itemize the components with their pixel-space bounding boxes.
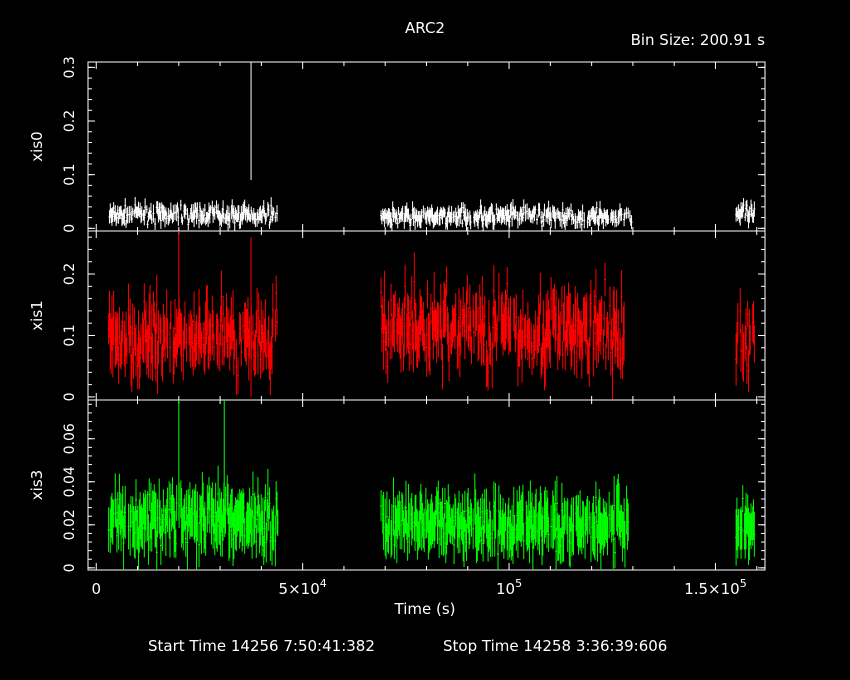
y-tick-label: 0.3 <box>62 56 78 78</box>
x-tick-label: 5×104 <box>279 577 327 598</box>
x-tick-label: 105 <box>496 577 522 598</box>
y-tick-label: 0.2 <box>62 110 78 132</box>
y-tick-label: 0.2 <box>62 263 78 285</box>
stop-time-label: Stop Time 14258 3:36:39:606 <box>443 637 667 655</box>
series-xis0 <box>108 62 756 231</box>
light-curve-chart: ARC2 Bin Size: 200.91 s 00.10.20.3xis000… <box>28 19 766 655</box>
x-tick-label: 1.5×105 <box>684 577 747 598</box>
series-xis1 <box>107 231 756 400</box>
x-axis: 0 5×104 105 1.5×105 <box>91 577 746 598</box>
panel-xis1: 0 0.1 0.2 xis1 <box>28 230 766 401</box>
x-tick-label: 0 <box>91 580 101 598</box>
y-tick-label: 0 <box>62 563 78 572</box>
y-tick-label: 0 <box>62 224 78 233</box>
y-tick-label: 0.02 <box>62 509 78 540</box>
series-xis3 <box>107 400 756 570</box>
panel-frame <box>87 61 766 232</box>
panels-group: 0 0.1 0.2 0.3 xis0 0 0.1 0.2 xis1 0 0.02 0.04 0.06 xi… <box>28 56 766 572</box>
y-tick-label: 0.1 <box>62 164 78 186</box>
y-axis-label-xis1: xis1 <box>28 300 46 330</box>
y-axis-label-xis0: xis0 <box>28 131 46 161</box>
y-axis-label-xis3: xis3 <box>28 470 46 500</box>
y-tick-label: 0 <box>62 392 78 401</box>
chart-title: ARC2 <box>405 19 445 37</box>
y-tick-label: 0.04 <box>62 466 78 497</box>
start-time-label: Start Time 14256 7:50:41:382 <box>148 637 375 655</box>
panel-xis3: 0 0.02 0.04 0.06 xis3 <box>28 399 766 572</box>
y-tick-label: 0.06 <box>62 423 78 454</box>
y-tick-label: 0.1 <box>62 324 78 346</box>
bin-size-label: Bin Size: 200.91 s <box>631 31 766 49</box>
x-axis-label: Time (s) <box>394 600 456 618</box>
panel-xis0: 0 0.1 0.2 0.3 xis0 <box>28 56 766 233</box>
